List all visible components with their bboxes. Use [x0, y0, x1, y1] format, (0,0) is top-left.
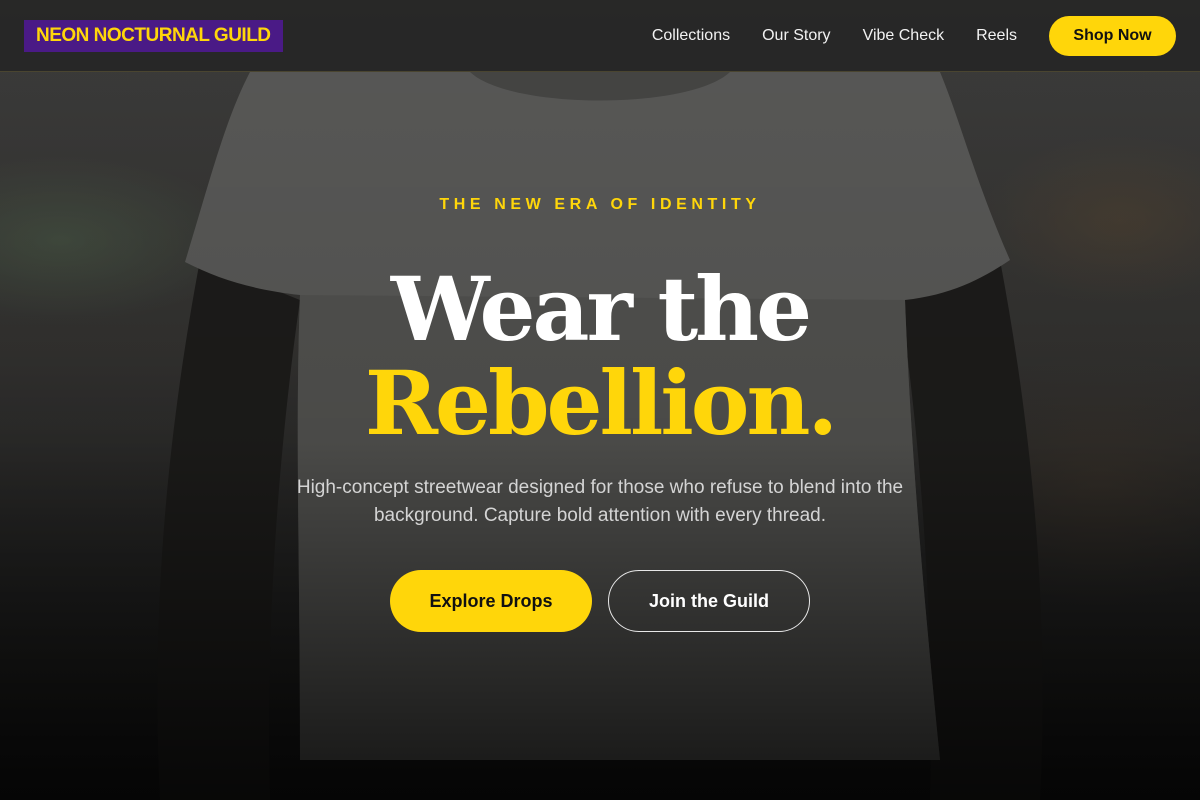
join-guild-button[interactable]: Join the Guild — [608, 570, 810, 632]
shop-now-button[interactable]: Shop Now — [1049, 15, 1176, 56]
nav-link-our-story[interactable]: Our Story — [762, 27, 830, 45]
hero-headline: Wear the Rebellion. — [0, 262, 1200, 450]
page: NEON NOCTURNAL GUILD Collections Our Sto… — [0, 0, 1200, 800]
hero-eyebrow: THE NEW ERA OF IDENTITY — [439, 196, 761, 213]
nav-link-vibe-check[interactable]: Vibe Check — [863, 27, 945, 45]
nav-link-reels[interactable]: Reels — [976, 27, 1017, 45]
explore-drops-button[interactable]: Explore Drops — [390, 570, 592, 632]
nav-links: Collections Our Story Vibe Check Reels S… — [652, 15, 1176, 56]
nav-link-collections[interactable]: Collections — [652, 27, 730, 45]
hero-headline-line1: Wear the — [390, 257, 812, 361]
hero-headline-line2: Rebellion. — [364, 351, 838, 455]
hero-section: THE NEW ERA OF IDENTITY Wear the Rebelli… — [0, 190, 1200, 632]
brand-logo[interactable]: NEON NOCTURNAL GUILD — [24, 19, 283, 52]
hero-cta-group: Explore Drops Join the Guild — [0, 570, 1200, 632]
top-navigation-bar: NEON NOCTURNAL GUILD Collections Our Sto… — [0, 0, 1200, 72]
hero-subtitle: High-concept streetwear designed for tho… — [296, 477, 904, 526]
